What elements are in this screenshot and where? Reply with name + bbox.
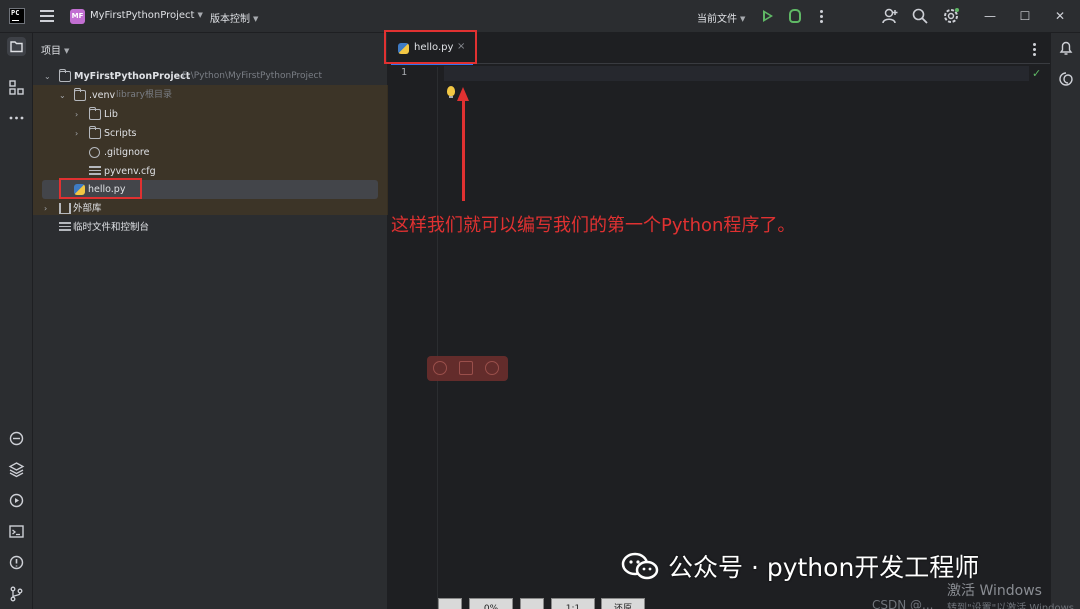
- tree-item-label: .gitignore: [104, 147, 150, 158]
- tree-item-label: 外部库: [73, 203, 102, 214]
- python-packages-icon[interactable]: [7, 429, 26, 448]
- line-number: 1: [401, 67, 408, 78]
- annotation-text: 这样我们就可以编写我们的第一个Python程序了。: [391, 215, 796, 236]
- project-panel-title: 项目: [41, 46, 61, 57]
- chevron-down-icon: ▼: [64, 47, 70, 55]
- annotation-arrow: [462, 98, 465, 201]
- ai-assistant-icon[interactable]: [433, 361, 447, 375]
- restore-button[interactable]: 还原: [601, 598, 645, 609]
- problems-icon[interactable]: [7, 553, 26, 572]
- editor-area[interactable]: hello.py × 1 ✓ 这样我们就可以编写我们的第一个Python程序了。…: [384, 30, 1050, 609]
- chevron-right-icon[interactable]: ›: [75, 124, 85, 143]
- search-icon[interactable]: [485, 361, 499, 375]
- current-line-highlight: [444, 66, 1029, 81]
- tree-item-venv[interactable]: ⌄ .venv library根目录: [33, 86, 388, 105]
- library-icon: [59, 203, 71, 214]
- settings-gear-icon[interactable]: [942, 7, 960, 25]
- windows-activation-hint: 转到"设置"以激活 Windows: [947, 603, 1075, 609]
- notifications-bell-icon[interactable]: [1057, 39, 1075, 57]
- chevron-down-icon: ▼: [740, 15, 746, 23]
- more-tools-icon[interactable]: [7, 108, 26, 127]
- project-name: MyFirstPythonProject: [90, 10, 195, 21]
- pycharm-logo-icon[interactable]: PC: [9, 8, 25, 24]
- minimize-button[interactable]: —: [980, 6, 1000, 26]
- floating-toolbar: [427, 356, 508, 381]
- chevron-down-icon: ▼: [253, 15, 259, 23]
- project-switcher[interactable]: MyFirstPythonProject ▼: [90, 10, 203, 21]
- tree-item-label: Scripts: [104, 128, 137, 139]
- maximize-button[interactable]: ☐: [1015, 6, 1035, 26]
- project-panel-header[interactable]: 项目 ▼: [41, 42, 69, 57]
- windows-activation-notice: 激活 Windows: [947, 583, 1042, 599]
- tree-item-path: E:\Python\MyFirstPythonProject: [182, 71, 323, 81]
- zoom-out-button[interactable]: [438, 598, 462, 609]
- structure-icon[interactable]: [7, 78, 26, 97]
- tab-options-icon[interactable]: [1033, 43, 1036, 58]
- folder-icon: [59, 69, 71, 82]
- services-run-icon[interactable]: [7, 491, 26, 510]
- chevron-down-icon[interactable]: ⌄: [59, 86, 69, 105]
- wechat-watermark: 公众号 · python开发工程师: [668, 553, 980, 582]
- actual-size-button[interactable]: 1:1: [551, 598, 595, 609]
- project-badge[interactable]: MF: [70, 9, 85, 24]
- ignore-file-icon: [89, 147, 100, 158]
- left-tool-strip: [0, 33, 33, 609]
- layers-icon[interactable]: [7, 460, 26, 479]
- chevron-right-icon[interactable]: ›: [75, 105, 85, 124]
- search-icon[interactable]: [911, 7, 929, 25]
- tree-item-root[interactable]: ⌄ MyFirstPythonProject E:\Python\MyFirst…: [33, 67, 388, 86]
- tab-highlight-box: [384, 30, 477, 64]
- right-tool-strip: [1050, 33, 1080, 609]
- highlight-box: [59, 178, 142, 199]
- gutter-divider: [437, 67, 438, 609]
- folder-icon: [74, 88, 86, 101]
- add-user-icon[interactable]: [881, 7, 899, 25]
- vcs-label: 版本控制: [210, 14, 250, 25]
- editor-tab-bar: hello.py ×: [389, 33, 1050, 65]
- vcs-menu[interactable]: 版本控制 ▼: [210, 10, 258, 25]
- tree-item-label: Lib: [104, 109, 118, 120]
- scratch-icon: [59, 222, 71, 233]
- wechat-logo-icon: [621, 552, 659, 580]
- terminal-icon[interactable]: [7, 522, 26, 541]
- main-menu-icon[interactable]: [40, 10, 54, 22]
- project-folder-icon[interactable]: [7, 37, 26, 56]
- close-window-button[interactable]: ✕: [1050, 6, 1070, 26]
- chevron-right-icon[interactable]: ›: [44, 199, 54, 218]
- run-config-label: 当前文件: [697, 14, 737, 25]
- more-actions-icon[interactable]: [820, 10, 823, 25]
- tree-item-label: 临时文件和控制台: [73, 222, 150, 233]
- chevron-down-icon: ▼: [197, 11, 203, 19]
- intention-bulb-icon[interactable]: [447, 86, 455, 98]
- folder-icon: [89, 126, 101, 139]
- folder-icon: [89, 107, 101, 120]
- title-bar: PC MF MyFirstPythonProject ▼ 版本控制 ▼ 当前文件 ▼ …: [0, 0, 1080, 33]
- zoom-level-button[interactable]: 0%: [469, 598, 513, 609]
- tree-item-external-libs[interactable]: › 外部库: [33, 199, 388, 218]
- project-panel: 项目 ▼ ⌄ MyFirstPythonProject E:\Python\MyF…: [33, 33, 388, 609]
- git-branch-icon[interactable]: [7, 584, 26, 603]
- tree-item-scratches[interactable]: 临时文件和控制台: [33, 218, 388, 237]
- chevron-down-icon[interactable]: ⌄: [44, 67, 54, 86]
- tree-item-lib[interactable]: › Lib: [33, 105, 388, 124]
- zoom-in-button[interactable]: [520, 598, 544, 609]
- magic-wand-icon[interactable]: [459, 361, 473, 375]
- tree-item-label: .venv: [89, 90, 116, 101]
- config-file-icon: [89, 166, 101, 177]
- tree-item-gitignore[interactable]: .gitignore: [33, 143, 388, 162]
- ai-assistant-swirl-icon[interactable]: [1057, 70, 1075, 88]
- debug-icon[interactable]: [789, 9, 801, 23]
- run-icon[interactable]: [763, 10, 773, 22]
- tree-item-scripts[interactable]: › Scripts: [33, 124, 388, 143]
- csdn-watermark: CSDN @...: [872, 598, 934, 609]
- run-config-selector[interactable]: 当前文件 ▼: [697, 10, 745, 25]
- tree-item-label: MyFirstPythonProject: [74, 71, 191, 82]
- tree-item-note: library根目录: [116, 90, 172, 100]
- no-problems-check-icon[interactable]: ✓: [1032, 67, 1041, 80]
